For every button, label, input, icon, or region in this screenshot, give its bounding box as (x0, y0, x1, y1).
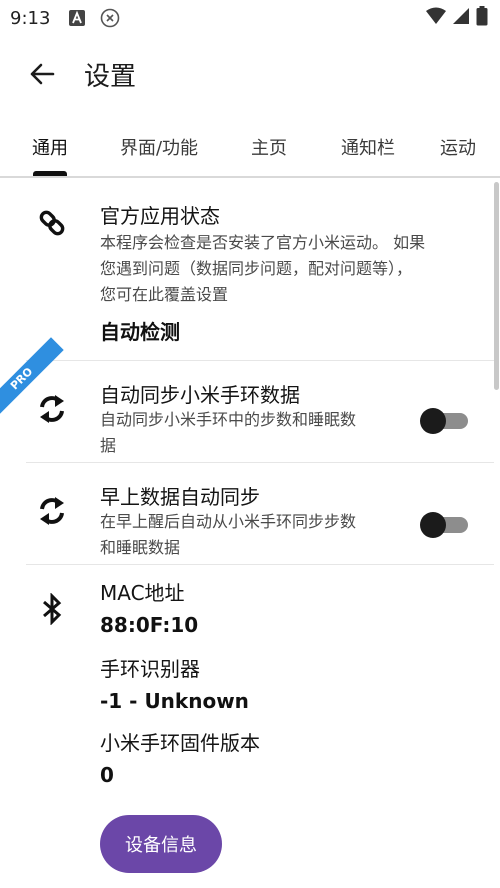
status-time: 9:13 (10, 7, 51, 29)
tab-label: 界面/功能 (119, 138, 199, 159)
tab-label: 通用 (32, 138, 68, 159)
setting-description-line: 本程序会检查是否安装了官方小米运动。 如果 (100, 233, 426, 252)
band-identifier-value: -1 - Unknown (100, 689, 249, 713)
arrow-back-icon (30, 63, 55, 85)
switch-thumb (420, 408, 446, 434)
setting-description-line: 和睡眠数据 (100, 538, 181, 557)
tab-label: 主页 (251, 138, 287, 159)
setting-description-line: 自动同步小米手环中的步数和睡眠数 (100, 410, 357, 429)
a-notification-icon (68, 9, 86, 27)
back-button[interactable] (22, 54, 62, 94)
setting-title: 自动同步小米手环数据 (100, 383, 300, 407)
mac-address-value: 88:0F:10 (100, 613, 199, 637)
setting-title: 官方应用状态 (100, 204, 220, 228)
device-info-button-label: 设备信息 (125, 835, 197, 856)
tab-home[interactable]: 主页 (218, 118, 320, 176)
device-info-button[interactable]: 设备信息 (100, 815, 222, 873)
sync-icon (34, 493, 70, 529)
wifi-icon (426, 7, 446, 29)
switch-thumb (420, 512, 446, 538)
tab-workout[interactable]: 运动 (416, 118, 500, 176)
setting-description-line: 您遇到问题（数据同步问题，配对问题等）， (100, 259, 413, 278)
morning-sync-setting[interactable]: 早上数据自动同步 在早上醒后自动从小米手环同步步数 和睡眠数据 (0, 463, 500, 564)
x-notification-icon (100, 8, 120, 28)
firmware-version-value: 0 (100, 763, 114, 787)
battery-icon (476, 6, 488, 30)
setting-title: 早上数据自动同步 (100, 485, 260, 509)
mac-address-label: MAC地址 (100, 581, 185, 605)
link-icon (34, 205, 70, 241)
tab-notification-bar[interactable]: 通知栏 (320, 118, 416, 176)
morning-sync-toggle[interactable] (420, 512, 470, 538)
status-bar: 9:13 (0, 0, 500, 36)
auto-sync-toggle[interactable] (420, 408, 470, 434)
page-title: 设置 (84, 61, 137, 92)
tab-label: 运动 (440, 138, 476, 159)
firmware-version-label: 小米手环固件版本 (100, 731, 260, 755)
tab-interface-features[interactable]: 界面/功能 (100, 118, 218, 176)
app-bar: 设置 (0, 36, 500, 112)
setting-description-line: 据 (100, 436, 117, 455)
setting-description-line: 在早上醒后自动从小米手环同步步数 (100, 512, 357, 531)
device-info-section: MAC地址 88:0F:10 手环识别器 -1 - Unknown 小米手环固件… (0, 565, 500, 888)
tab-label: 通知栏 (341, 138, 395, 159)
setting-value: 自动检测 (100, 320, 180, 344)
official-app-status-setting[interactable]: 官方应用状态 本程序会检查是否安装了官方小米运动。 如果 您遇到问题（数据同步问… (0, 178, 500, 360)
band-identifier-label: 手环识别器 (100, 657, 200, 681)
settings-list[interactable]: 官方应用状态 本程序会检查是否安装了官方小米运动。 如果 您遇到问题（数据同步问… (0, 178, 500, 888)
tab-bar: 通用 界面/功能 主页 通知栏 运动 (0, 118, 500, 176)
bluetooth-icon (34, 591, 70, 627)
auto-sync-setting[interactable]: 自动同步小米手环数据 自动同步小米手环中的步数和睡眠数 据 (0, 361, 500, 462)
setting-description-line: 您可在此覆盖设置 (100, 285, 229, 304)
tab-general[interactable]: 通用 (0, 118, 100, 176)
sync-icon (34, 391, 70, 427)
signal-icon (452, 7, 470, 29)
